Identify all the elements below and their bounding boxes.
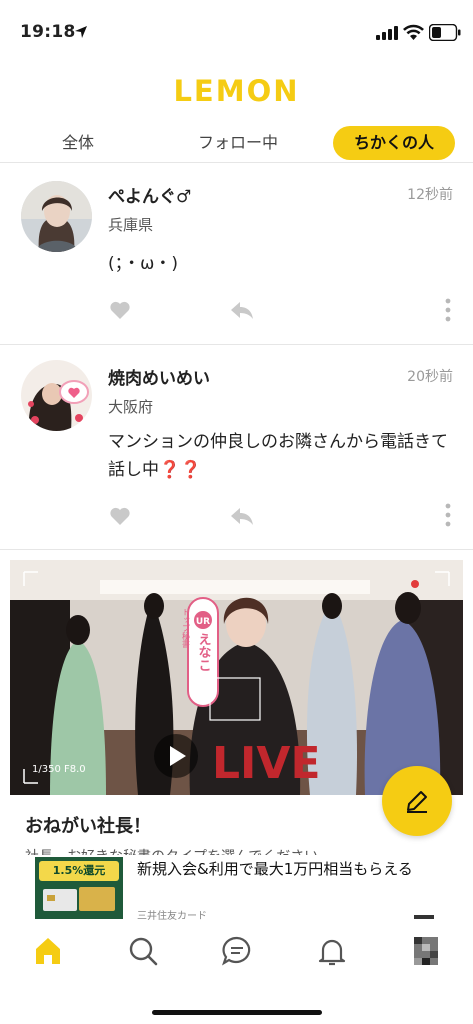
post-region: 大阪府 [108, 398, 154, 416]
promo-brand: 三井住友カード [137, 911, 207, 922]
status-time: 19:18 [20, 22, 76, 42]
chat-icon[interactable] [221, 935, 253, 967]
post-text: マンションの仲良しのお隣さんから電話きて話し中❓❓ [108, 432, 448, 480]
ad-banner-image[interactable]: UR えなこ トップ秘書 LIVE 1/350 F8.0 [10, 560, 463, 795]
post-card: ぺよんぐ♂ 12秒前 兵庫県 (；・ω・) [0, 164, 473, 345]
wifi-icon [403, 24, 424, 40]
bell-icon[interactable] [316, 935, 348, 967]
location-arrow-icon [75, 26, 87, 38]
feed-tabs: 全体 フォロー中 ちかくの人 [0, 123, 473, 163]
post-author-name[interactable]: 焼肉めいめい [108, 364, 210, 389]
reply-arrow-icon[interactable] [230, 506, 254, 526]
credit-card-image: 1.5%還元 [35, 857, 123, 919]
promo-banner[interactable]: 1.5%還元 新規入会&利用で最大1万円相当もらえる 三井住友カード [0, 855, 473, 925]
home-icon[interactable] [32, 935, 64, 967]
profile-avatar[interactable] [410, 935, 442, 967]
banner-close-handle[interactable] [414, 915, 434, 919]
compose-post-button[interactable] [382, 766, 452, 836]
ad-scene-illustration: UR えなこ トップ秘書 LIVE 1/350 F8.0 [10, 560, 463, 795]
post-text: (；・ω・) [108, 254, 179, 274]
search-icon[interactable] [127, 935, 159, 967]
cellular-signal-icon [376, 26, 398, 40]
more-options-icon[interactable] [444, 503, 452, 527]
like-heart-icon[interactable] [109, 300, 131, 320]
user-avatar[interactable] [21, 360, 92, 431]
ad-tag-name: えなこ [196, 633, 212, 672]
ad-camera-info: 1/350 F8.0 [32, 764, 86, 775]
ad-tag-sub: トップ秘書 [182, 608, 191, 649]
post-region: 兵庫県 [108, 216, 154, 234]
post-timestamp: 12秒前 [407, 187, 453, 203]
tab-following[interactable]: フォロー中 [180, 126, 296, 160]
battery-icon [429, 24, 461, 41]
user-avatar[interactable] [21, 181, 92, 252]
ad-live-label: LIVE [212, 738, 321, 789]
home-indicator [152, 1010, 322, 1015]
app-logo: LEMON [173, 74, 300, 108]
tab-all[interactable]: 全体 [30, 126, 126, 160]
more-options-icon[interactable] [444, 298, 452, 322]
ad-tag-ur: UR [196, 617, 210, 627]
tab-nearby[interactable]: ちかくの人 [333, 126, 455, 160]
post-timestamp: 20秒前 [407, 369, 453, 385]
status-bar: 19:18 [0, 0, 473, 64]
ad-title[interactable]: おねがい社長！ [25, 812, 151, 838]
bottom-tab-bar [0, 925, 473, 985]
post-author-name[interactable]: ぺよんぐ♂ [108, 182, 191, 207]
promo-text: 新規入会&利用で最大1万円相当もらえる [137, 860, 413, 878]
reply-arrow-icon[interactable] [230, 300, 254, 320]
pencil-icon [407, 791, 427, 813]
post-card: 焼肉めいめい 20秒前 大阪府 マンションの仲良しのお隣さんから電話きて話し中❓… [0, 346, 473, 550]
like-heart-icon[interactable] [109, 506, 131, 526]
